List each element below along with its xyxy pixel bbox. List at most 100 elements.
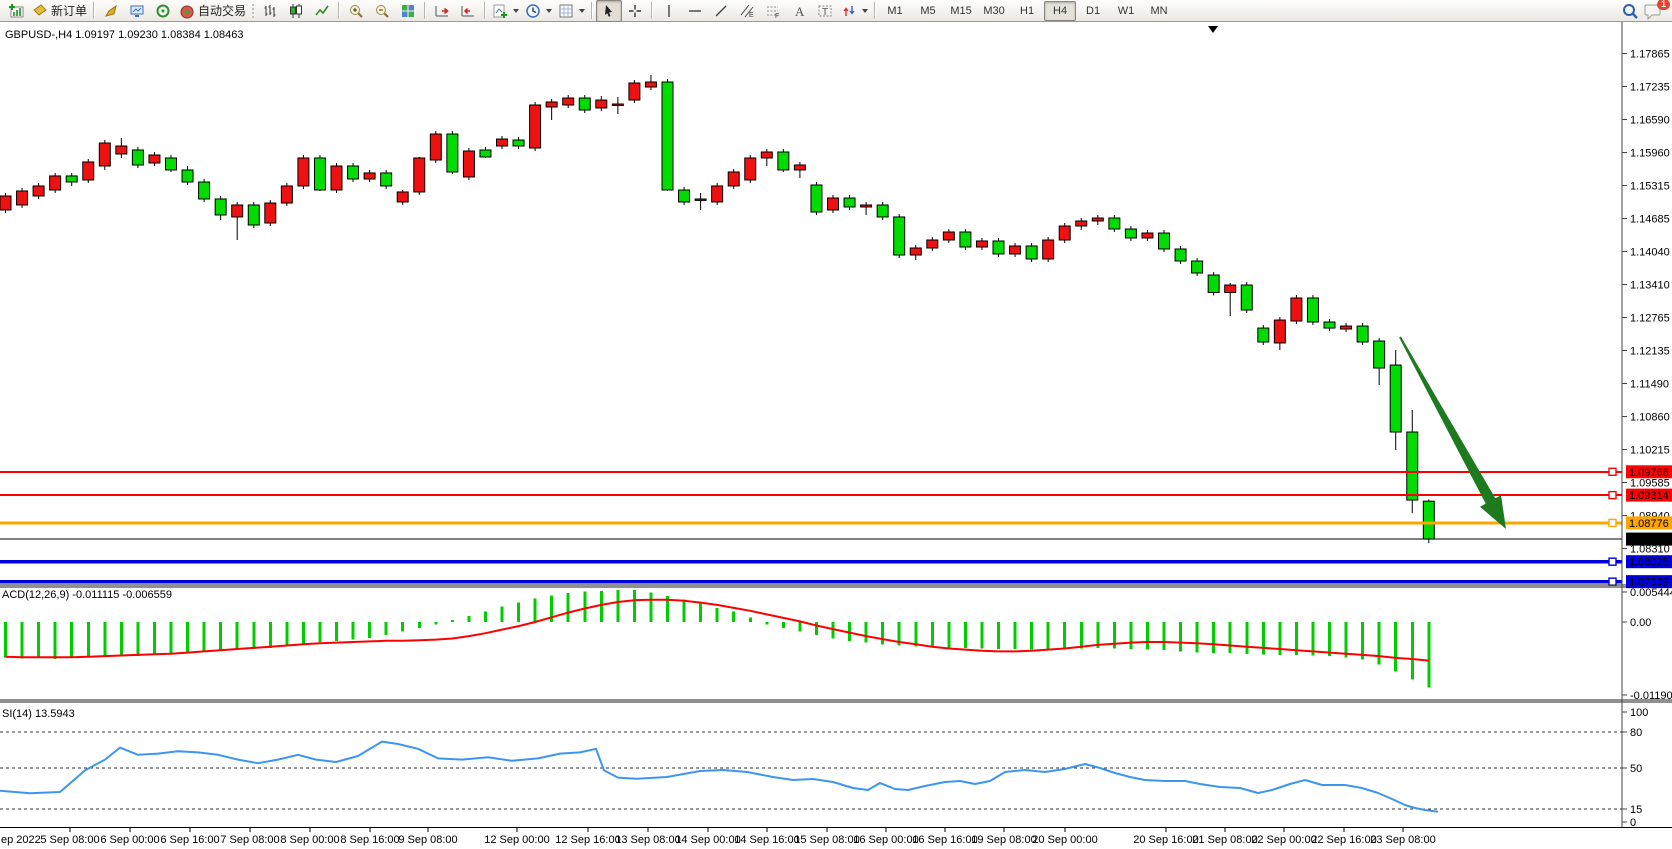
timeframe-button-H1[interactable]: H1 (1011, 1, 1043, 21)
new-chart-button[interactable] (3, 0, 29, 22)
svg-text:1.12135: 1.12135 (1630, 346, 1670, 358)
svg-text:1.09585: 1.09585 (1630, 478, 1670, 490)
hline-1.08776[interactable] (0, 519, 1622, 526)
text-button[interactable]: A (786, 0, 812, 22)
svg-text:23 Sep 08:00: 23 Sep 08:00 (1370, 834, 1435, 846)
horizontal-line-button[interactable] (682, 0, 708, 22)
hline-1.09766[interactable] (0, 468, 1622, 475)
divider (424, 2, 426, 19)
svg-text:ep 2022: ep 2022 (1, 834, 41, 846)
chart-shift-marker[interactable] (1208, 26, 1218, 33)
bar-chart-button[interactable] (257, 0, 283, 22)
auto-scroll-button[interactable] (429, 0, 455, 22)
line-chart-icon (314, 3, 330, 19)
svg-text:6 Sep 16:00: 6 Sep 16:00 (160, 834, 219, 846)
crosshair-button[interactable] (622, 0, 648, 22)
chart-title: GBPUSD-,H4 1.09197 1.09230 1.08384 1.084… (5, 29, 244, 41)
svg-text:1.16590: 1.16590 (1630, 115, 1670, 127)
market-watch-button[interactable] (124, 0, 150, 22)
templates-icon (558, 3, 574, 19)
svg-text:6 Sep 00:00: 6 Sep 00:00 (100, 834, 159, 846)
divider (591, 2, 593, 19)
tile-windows-button[interactable] (395, 0, 421, 22)
quotes-button[interactable] (98, 0, 124, 22)
templates-button[interactable] (555, 0, 588, 22)
market-watch-icon (129, 3, 145, 19)
indicators-icon (492, 3, 508, 19)
svg-text:22 Sep 16:00: 22 Sep 16:00 (1311, 834, 1376, 846)
text-icon: A (791, 3, 807, 19)
timeframe-button-M30[interactable]: M30 (978, 1, 1010, 21)
bar-chart-icon (262, 3, 278, 19)
dropdown-caret (546, 9, 552, 13)
svg-text:F: F (775, 13, 779, 19)
svg-text:-0.011903: -0.011903 (1630, 690, 1672, 702)
auto-trading-button[interactable]: 自动交易 (176, 1, 249, 21)
notification-badge: 1 (1657, 0, 1670, 10)
macd-label: ACD(12,26,9) -0.011115 -0.006559 (2, 589, 172, 601)
toolbar: 新订单 自动交易 E F A T M1M5M15M30H1H4D1W1MN 1 (0, 0, 1672, 22)
rsi-line (0, 742, 1438, 812)
svg-text:8 Sep 00:00: 8 Sep 00:00 (280, 834, 339, 846)
zoom-out-icon (374, 3, 390, 19)
equidistant-channel-button[interactable]: E (734, 0, 760, 22)
chart-shift-button[interactable] (455, 0, 481, 22)
timeframe-button-M15[interactable]: M15 (945, 1, 977, 21)
zoom-in-button[interactable] (343, 0, 369, 22)
timeframe-group: M1M5M15M30H1H4D1W1MN (879, 1, 1175, 21)
svg-text:5 Sep 08:00: 5 Sep 08:00 (40, 834, 99, 846)
timeframe-button-M5[interactable]: M5 (912, 1, 944, 21)
candlestick-chart-icon (288, 3, 304, 19)
quotes-icon (103, 3, 119, 19)
svg-text:7 Sep 08:00: 7 Sep 08:00 (220, 834, 279, 846)
toolbar-grip (251, 3, 255, 19)
indicators-button[interactable] (489, 0, 522, 22)
svg-text:50: 50 (1630, 763, 1642, 775)
search-button[interactable] (1617, 0, 1643, 22)
text-label-button[interactable]: T (812, 0, 838, 22)
hline-1.08025[interactable] (0, 558, 1622, 565)
hline-1.07639[interactable] (0, 578, 1622, 585)
arrows-shapes-button[interactable] (838, 0, 871, 22)
timeframe-button-D1[interactable]: D1 (1077, 1, 1109, 21)
trendline-button[interactable] (708, 0, 734, 22)
periods-button[interactable] (522, 0, 555, 22)
cursor-button[interactable] (596, 0, 622, 22)
price-tag-1.08776: 1.08776 (1626, 516, 1672, 530)
svg-text:19 Sep 08:00: 19 Sep 08:00 (971, 834, 1036, 846)
cursor-icon (601, 3, 617, 19)
arrows-shapes-icon (841, 3, 857, 19)
fibonacci-button[interactable]: F (760, 0, 786, 22)
svg-text:100: 100 (1630, 707, 1648, 719)
divider (651, 2, 653, 19)
svg-text:0: 0 (1630, 817, 1636, 829)
price-tag-1.07639: 1.07639 (1626, 575, 1672, 589)
chat-button[interactable]: 1 (1643, 2, 1663, 20)
navigator-button[interactable] (150, 0, 176, 22)
svg-text:A: A (795, 4, 805, 19)
auto-trading-label: 自动交易 (198, 2, 246, 19)
price-tag-1.08463: 1.08463 (1626, 533, 1672, 547)
zoom-out-button[interactable] (369, 0, 395, 22)
svg-text:14 Sep 00:00: 14 Sep 00:00 (675, 834, 740, 846)
svg-text:1.10860: 1.10860 (1630, 412, 1670, 424)
timeframe-button-W1[interactable]: W1 (1110, 1, 1142, 21)
zoom-in-icon (348, 3, 364, 19)
horizontal-line-icon (687, 3, 703, 19)
vertical-line-button[interactable] (656, 0, 682, 22)
svg-text:8 Sep 16:00: 8 Sep 16:00 (340, 834, 399, 846)
hline-1.09314[interactable] (0, 492, 1622, 499)
svg-text:1.13410: 1.13410 (1630, 280, 1670, 292)
new-order-button[interactable]: 新订单 (29, 1, 90, 21)
svg-text:1.12765: 1.12765 (1630, 313, 1670, 325)
timeframe-button-H4[interactable]: H4 (1044, 1, 1076, 21)
candlestick-chart-button[interactable] (283, 0, 309, 22)
new-chart-icon (8, 3, 24, 19)
auto-scroll-icon (434, 3, 450, 19)
svg-text:16 Sep 00:00: 16 Sep 00:00 (853, 834, 918, 846)
chart-canvas[interactable]: ACD(12,26,9) -0.011115 -0.006559SI(14) 1… (0, 22, 1672, 849)
timeframe-button-M1[interactable]: M1 (879, 1, 911, 21)
divider (93, 2, 95, 19)
line-chart-button[interactable] (309, 0, 335, 22)
timeframe-button-MN[interactable]: MN (1143, 1, 1175, 21)
